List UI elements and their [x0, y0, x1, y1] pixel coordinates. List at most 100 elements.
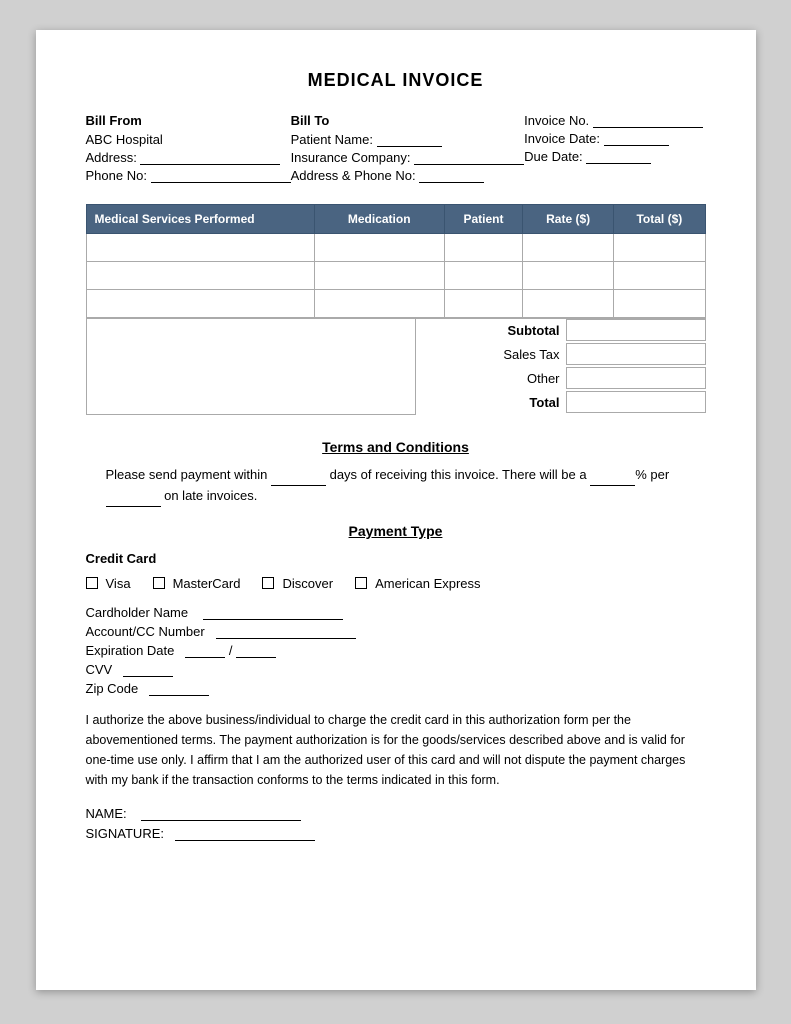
col-rate: Rate ($): [523, 205, 614, 234]
zip-line: Zip Code: [86, 681, 706, 696]
exp-year-input[interactable]: [236, 644, 276, 658]
invoice-table: Medical Services Performed Medication Pa…: [86, 204, 706, 318]
zip-input[interactable]: [149, 682, 209, 696]
terms-section: Terms and Conditions Please send payment…: [86, 439, 706, 507]
col-total: Total ($): [614, 205, 705, 234]
bill-to-label: Bill To: [291, 113, 525, 128]
zip-label: Zip Code: [86, 681, 139, 696]
cell-rate-3[interactable]: [523, 290, 614, 318]
subtotal-label: Subtotal: [416, 323, 566, 338]
sales-tax-row: Sales Tax: [416, 343, 706, 365]
cell-rate-1[interactable]: [523, 234, 614, 262]
payment-title: Payment Type: [86, 523, 706, 539]
sales-tax-value[interactable]: [566, 343, 706, 365]
address-phone-input[interactable]: [419, 169, 484, 183]
cell-total-3[interactable]: [614, 290, 705, 318]
cell-patient-2[interactable]: [444, 262, 522, 290]
invoice-info-col: Invoice No. Invoice Date: Due Date:: [524, 113, 705, 186]
total-value[interactable]: [566, 391, 706, 413]
cardholder-input[interactable]: [203, 606, 343, 620]
other-label: Other: [416, 371, 566, 386]
terms-body: Please send payment within days of recei…: [106, 465, 686, 507]
bill-from-col: Bill From ABC Hospital Address: Phone No…: [86, 113, 291, 186]
due-date: Due Date:: [524, 149, 705, 164]
sales-tax-label: Sales Tax: [416, 347, 566, 362]
visa-option: Visa: [86, 576, 131, 591]
col-medication: Medication: [314, 205, 444, 234]
cell-patient-1[interactable]: [444, 234, 522, 262]
table-row: [86, 234, 705, 262]
exp-month-input[interactable]: [185, 644, 225, 658]
credit-card-label: Credit Card: [86, 551, 706, 566]
discover-label: Discover: [282, 576, 333, 591]
cell-patient-3[interactable]: [444, 290, 522, 318]
patient-name-input[interactable]: [377, 133, 442, 147]
bill-from-name: ABC Hospital: [86, 132, 291, 147]
signature-label: SIGNATURE:: [86, 826, 165, 841]
payment-days-field[interactable]: [271, 472, 326, 486]
invoice-number-input[interactable]: [593, 114, 703, 128]
header-section: Bill From ABC Hospital Address: Phone No…: [86, 113, 706, 186]
other-row: Other: [416, 367, 706, 389]
visa-checkbox[interactable]: [86, 577, 98, 589]
expiration-label: Expiration Date: [86, 643, 175, 658]
totals-right: Subtotal Sales Tax Other Total: [416, 319, 706, 415]
invoice-number: Invoice No.: [524, 113, 705, 128]
col-services: Medical Services Performed: [86, 205, 314, 234]
signature-input[interactable]: [175, 827, 315, 841]
amex-label: American Express: [375, 576, 480, 591]
cell-service-3[interactable]: [86, 290, 314, 318]
bill-from-address: Address:: [86, 150, 291, 165]
due-date-input[interactable]: [586, 150, 651, 164]
card-types: Visa MasterCard Discover American Expres…: [86, 576, 706, 591]
account-line: Account/CC Number: [86, 624, 706, 639]
total-row: Total: [416, 391, 706, 413]
address-field[interactable]: [140, 151, 280, 165]
name-input[interactable]: [141, 807, 301, 821]
visa-label: Visa: [106, 576, 131, 591]
invoice-date: Invoice Date:: [524, 131, 705, 146]
table-row: [86, 290, 705, 318]
signature-line: SIGNATURE:: [86, 826, 706, 841]
bill-from-label: Bill From: [86, 113, 291, 128]
cell-rate-2[interactable]: [523, 262, 614, 290]
table-header-row: Medical Services Performed Medication Pa…: [86, 205, 705, 234]
col-patient: Patient: [444, 205, 522, 234]
address-phone-field: Address & Phone No:: [291, 168, 525, 183]
percentage-field[interactable]: [590, 472, 635, 486]
account-input[interactable]: [216, 625, 356, 639]
cvv-input[interactable]: [123, 663, 173, 677]
auth-text: I authorize the above business/individua…: [86, 710, 706, 790]
cell-total-2[interactable]: [614, 262, 705, 290]
bill-from-phone: Phone No:: [86, 168, 291, 183]
signature-area: NAME: SIGNATURE:: [86, 806, 706, 841]
patient-name-field: Patient Name:: [291, 132, 525, 147]
cardholder-label: Cardholder Name: [86, 605, 189, 620]
card-fields: Cardholder Name Account/CC Number Expira…: [86, 605, 706, 696]
subtotal-row: Subtotal: [416, 319, 706, 341]
cell-med-3[interactable]: [314, 290, 444, 318]
cell-med-2[interactable]: [314, 262, 444, 290]
payment-section: Payment Type Credit Card Visa MasterCard…: [86, 523, 706, 841]
amex-checkbox[interactable]: [355, 577, 367, 589]
table-row: [86, 262, 705, 290]
cell-med-1[interactable]: [314, 234, 444, 262]
table-section: Medical Services Performed Medication Pa…: [86, 204, 706, 415]
phone-field[interactable]: [151, 169, 291, 183]
name-line: NAME:: [86, 806, 706, 821]
mastercard-checkbox[interactable]: [153, 577, 165, 589]
invoice-date-input[interactable]: [604, 132, 669, 146]
subtotal-value[interactable]: [566, 319, 706, 341]
expiration-line: Expiration Date /: [86, 643, 706, 658]
discover-checkbox[interactable]: [262, 577, 274, 589]
mastercard-label: MasterCard: [173, 576, 241, 591]
insurance-input[interactable]: [414, 151, 524, 165]
total-label: Total: [416, 395, 566, 410]
late-period-field[interactable]: [106, 493, 161, 507]
cell-total-1[interactable]: [614, 234, 705, 262]
cvv-line: CVV: [86, 662, 706, 677]
cell-service-1[interactable]: [86, 234, 314, 262]
other-value[interactable]: [566, 367, 706, 389]
cell-service-2[interactable]: [86, 262, 314, 290]
mastercard-option: MasterCard: [153, 576, 241, 591]
